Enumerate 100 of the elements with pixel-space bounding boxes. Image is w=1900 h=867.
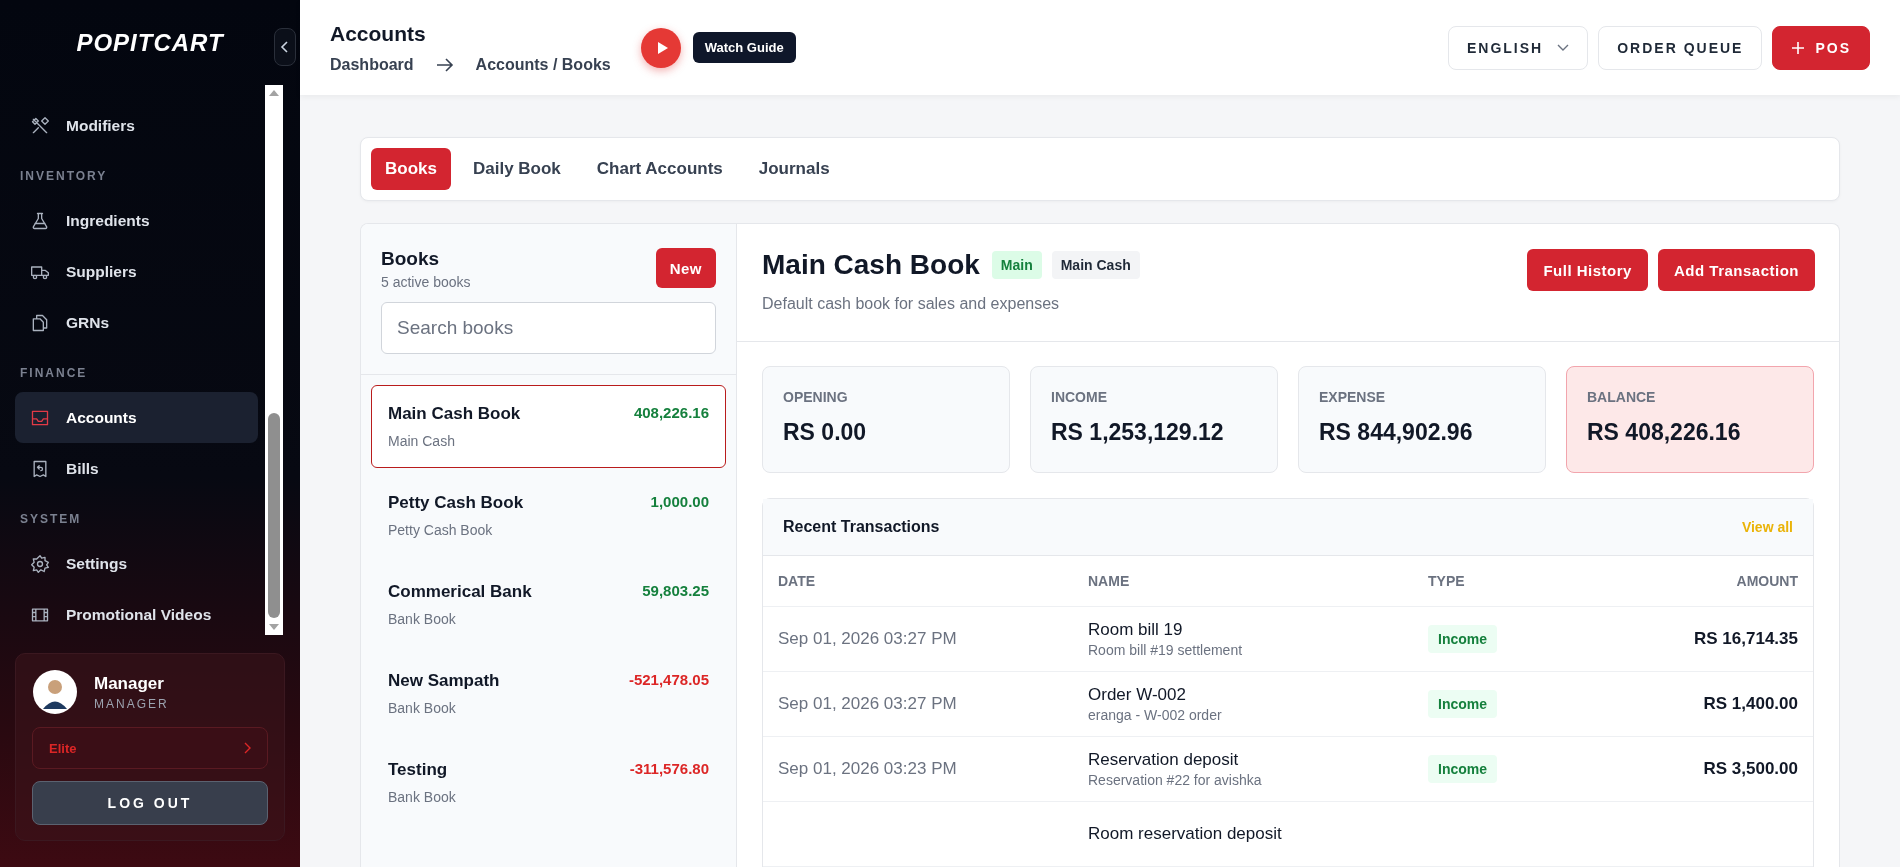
chevron-right-icon xyxy=(243,742,251,754)
book-item[interactable]: Testing Bank Book -311,576.80 xyxy=(371,741,726,824)
nav-item[interactable]: Promotional Videos xyxy=(15,589,258,635)
book-item[interactable]: Commerical Bank Bank Book 59,803.25 xyxy=(371,563,726,646)
stat-label: BALANCE xyxy=(1587,389,1657,405)
action-button[interactable]: Full History xyxy=(1527,249,1648,291)
tag: Main Cash xyxy=(1051,251,1140,279)
transaction-note: Room bill #19 settlement xyxy=(1088,642,1244,658)
settings-icon xyxy=(30,553,50,574)
flask-icon xyxy=(30,210,50,231)
book-name: Petty Cash Book xyxy=(388,493,524,513)
column-header: DATE xyxy=(778,573,817,589)
type-tag: Income xyxy=(1428,625,1497,653)
book-item[interactable]: Petty Cash Book Petty Cash Book 1,000.00 xyxy=(371,474,726,557)
transaction-note: Reservation #22 for avishka xyxy=(1088,772,1263,788)
book-item[interactable]: Main Cash Book Main Cash 408,226.16 xyxy=(371,385,726,468)
play-icon xyxy=(655,40,670,55)
book-balance: -311,576.80 xyxy=(629,760,709,777)
section-heading: SYSTEM xyxy=(19,511,83,528)
book-balance: -521,478.05 xyxy=(628,671,709,688)
nav-item[interactable]: Ingredients xyxy=(15,195,258,246)
book-name: Testing xyxy=(388,760,449,780)
nav-item[interactable]: Suppliers xyxy=(15,246,258,297)
nav-item[interactable]: Accounts xyxy=(15,392,258,443)
scroll-up-icon[interactable] xyxy=(268,88,280,98)
avatar-icon xyxy=(32,669,78,715)
column-header: AMOUNT xyxy=(1735,573,1798,589)
book-type: Bank Book xyxy=(388,700,457,716)
chevron-down-icon xyxy=(1557,43,1570,52)
scrollbar-thumb[interactable] xyxy=(268,413,280,618)
book-title: Main Cash Book xyxy=(762,249,980,281)
transaction-name: Room bill 19 xyxy=(1088,620,1184,640)
scrollbar[interactable] xyxy=(265,85,283,635)
date-cell: Sep 01, 2026 03:27 PM xyxy=(778,694,957,713)
column-header: TYPE xyxy=(1428,573,1466,589)
collapse-button[interactable] xyxy=(274,28,296,66)
transaction-note: eranga - W-002 order xyxy=(1088,707,1223,723)
plus-icon xyxy=(1791,40,1806,55)
type-tag: Income xyxy=(1428,755,1497,783)
book-balance: 59,803.25 xyxy=(642,582,709,599)
tools-icon xyxy=(30,115,50,136)
tab[interactable]: Chart Accounts xyxy=(582,148,737,190)
book-type: Bank Book xyxy=(388,789,456,805)
nav-item[interactable]: Bills xyxy=(15,443,258,494)
stat-label: INCOME xyxy=(1051,389,1108,405)
stat-value: RS 1,253,129.12 xyxy=(1051,419,1225,446)
column-header: NAME xyxy=(1088,573,1131,589)
book-type: Bank Book xyxy=(388,611,457,627)
type-tag: Income xyxy=(1428,690,1497,718)
new-button[interactable]: New xyxy=(655,248,716,288)
book-name: Commerical Bank xyxy=(388,582,532,602)
transaction-name: Order W-002 xyxy=(1088,685,1187,705)
nav-item[interactable]: Settings xyxy=(15,538,258,589)
tooltip: Watch Guide xyxy=(692,32,796,63)
tab[interactable]: Journals xyxy=(744,148,844,190)
order-queue-button[interactable]: ORDER QUEUE xyxy=(1598,25,1763,70)
stat-label: EXPENSE xyxy=(1319,389,1387,405)
play-button[interactable] xyxy=(640,27,681,68)
section-heading: FINANCE xyxy=(19,365,89,382)
section-heading: INVENTORY xyxy=(19,168,109,185)
date-cell: Sep 01, 2026 03:23 PM xyxy=(778,759,957,778)
action-button[interactable]: Add Transaction xyxy=(1657,249,1815,291)
breadcrumb-current: Accounts / Books xyxy=(475,55,611,74)
book-item[interactable]: New Sampath Bank Book -521,478.05 xyxy=(371,652,726,735)
logout-button[interactable]: LOG OUT xyxy=(32,781,268,825)
book-balance: 1,000.00 xyxy=(650,493,709,510)
tab[interactable]: Daily Book xyxy=(458,148,575,190)
book-balance: 408,226.16 xyxy=(633,404,709,421)
user-name: Manager xyxy=(94,673,165,694)
stat-value: RS 408,226.16 xyxy=(1587,419,1742,446)
book-description: Default cash book for sales and expenses xyxy=(762,295,1061,313)
transaction-name: Reservation deposit xyxy=(1088,750,1240,770)
search-field[interactable]: Search books xyxy=(381,302,716,354)
nav-item[interactable]: GRNs xyxy=(15,297,258,348)
book-type: Main Cash xyxy=(388,433,456,449)
transaction-name: Room reservation deposit xyxy=(1088,824,1283,844)
panel-subtitle: 5 active books xyxy=(381,274,471,290)
tag: Main xyxy=(991,251,1042,279)
language-select[interactable]: ENGLISH xyxy=(1447,25,1589,70)
pos-button[interactable]: POS xyxy=(1772,25,1870,70)
breadcrumb-link[interactable]: Dashboard xyxy=(330,55,414,74)
book-name: New Sampath xyxy=(388,671,500,691)
amount-cell: RS 3,500.00 xyxy=(1703,759,1798,778)
scroll-down-icon[interactable] xyxy=(268,622,280,632)
book-name: Main Cash Book xyxy=(388,404,521,424)
card-title: Recent Transactions xyxy=(783,518,940,536)
stat-value: RS 0.00 xyxy=(783,419,868,446)
arrow-right-icon xyxy=(435,57,454,72)
tab[interactable]: Books xyxy=(371,148,451,190)
amount-cell: RS 1,400.00 xyxy=(1703,694,1798,713)
copy-icon xyxy=(30,312,50,333)
stat-label: OPENING xyxy=(783,389,849,405)
logo: POPITCART xyxy=(76,28,224,57)
book-type: Petty Cash Book xyxy=(388,522,494,538)
panel-title: Books xyxy=(381,248,441,270)
nav-item[interactable]: Modifiers xyxy=(15,100,258,151)
amount-cell: RS 16,714.35 xyxy=(1694,629,1798,648)
user-role: MANAGER xyxy=(94,696,169,711)
date-cell: Sep 01, 2026 03:27 PM xyxy=(778,629,957,648)
chevron-left-icon xyxy=(280,40,290,54)
